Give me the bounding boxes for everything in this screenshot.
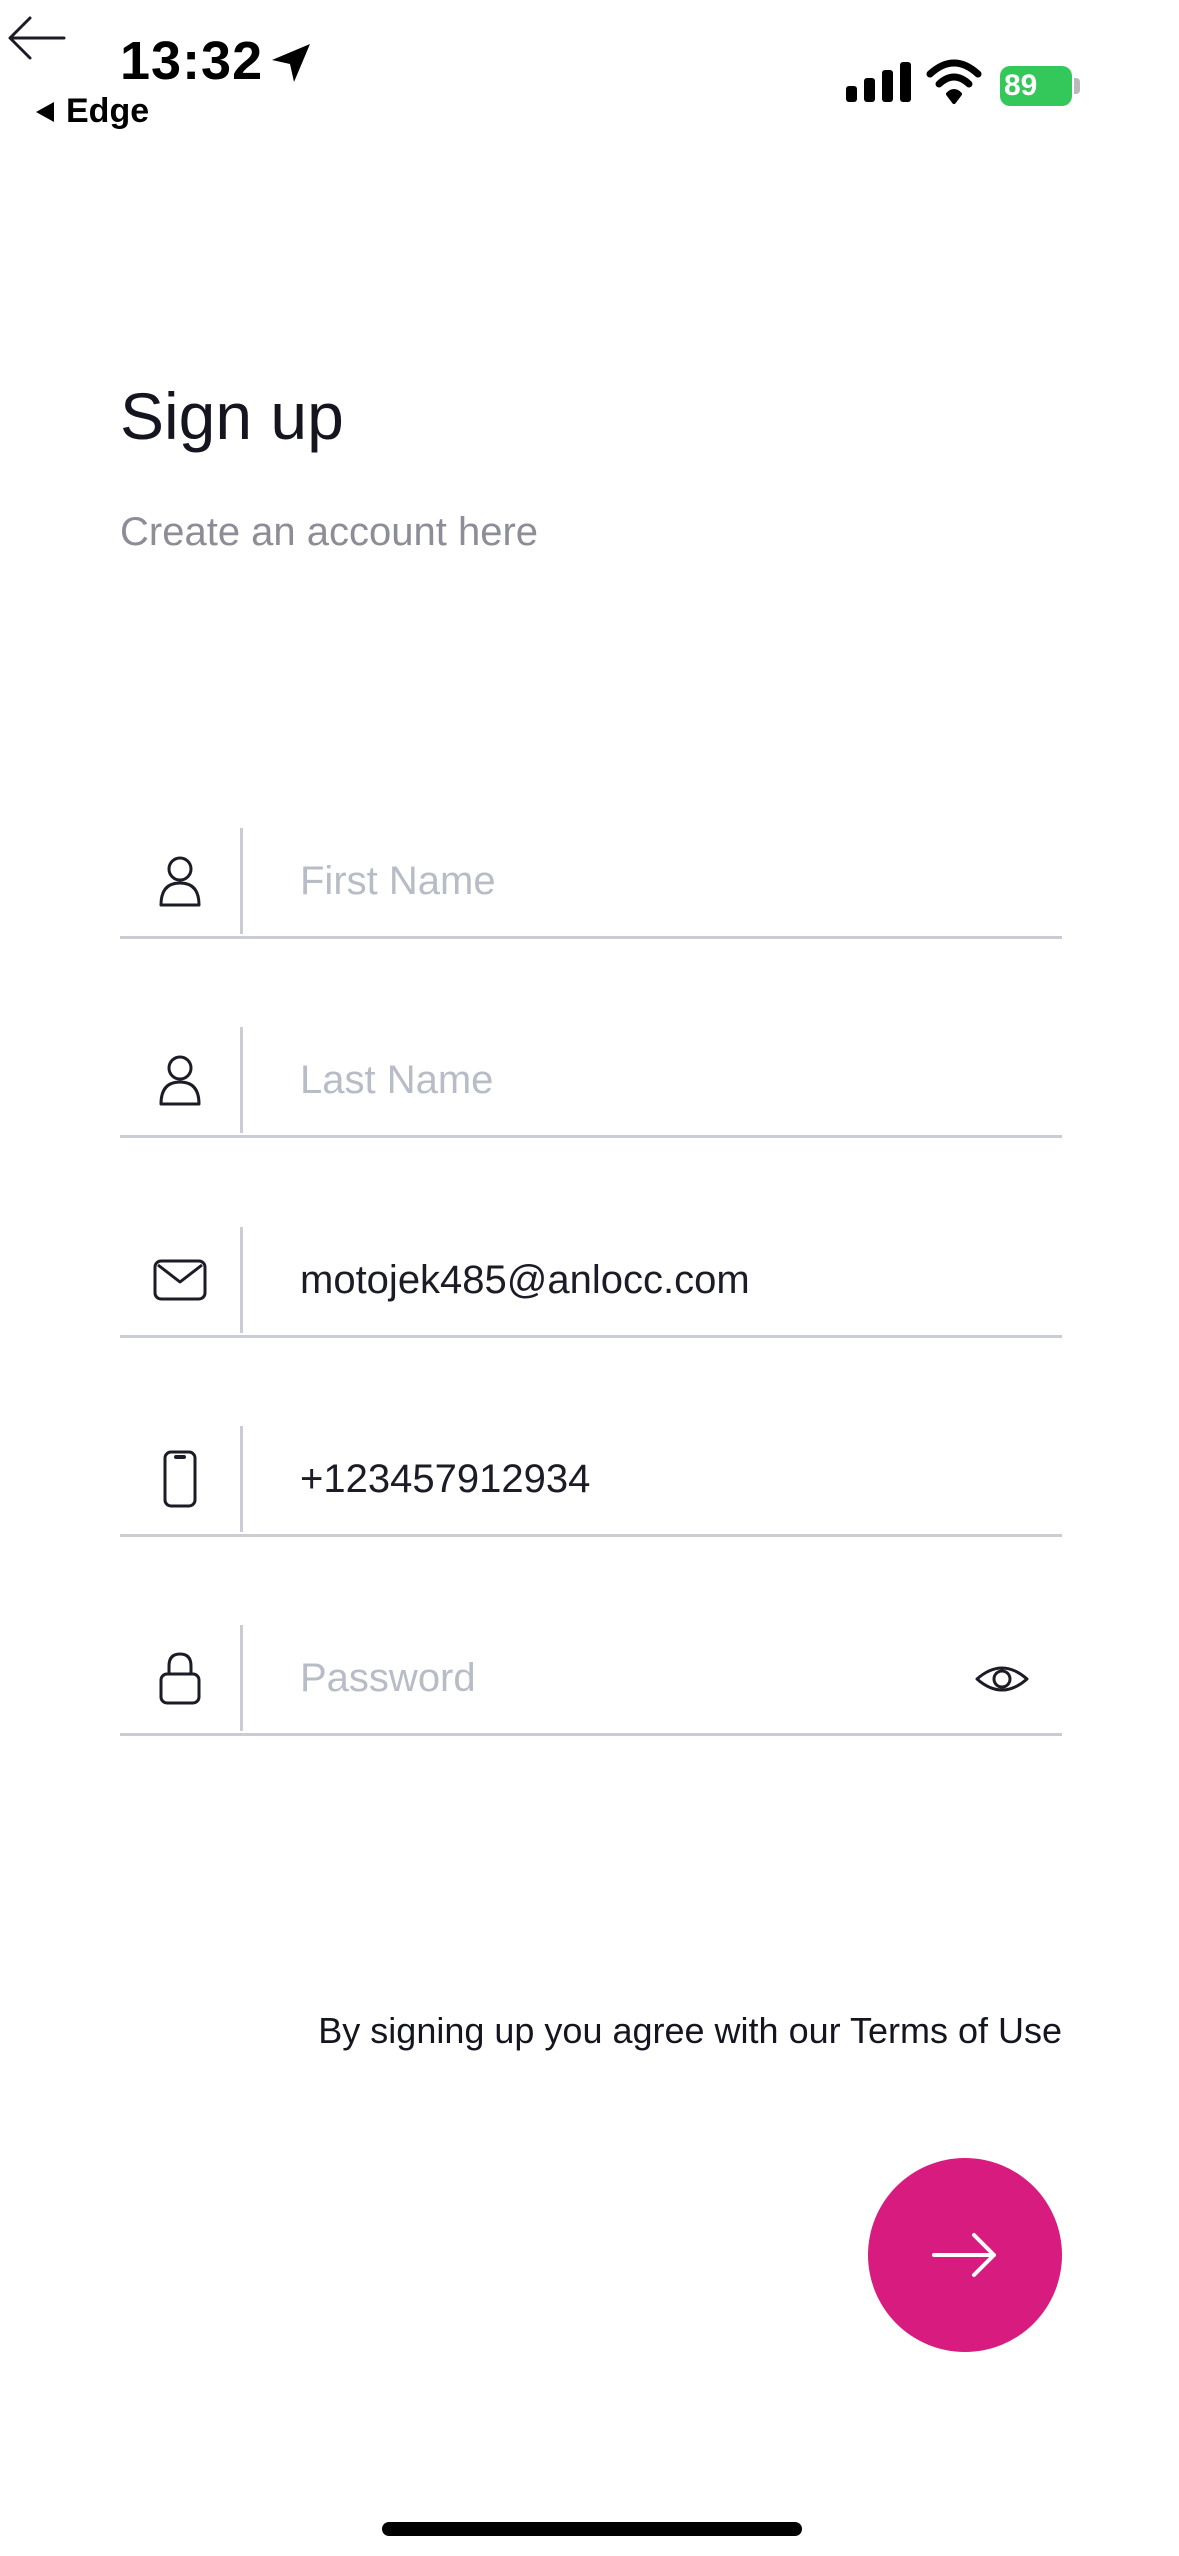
arrow-right-icon	[932, 2233, 996, 2277]
page-title: Sign up	[120, 379, 344, 453]
last-name-field	[120, 1025, 1062, 1138]
cellular-signal-icon	[846, 62, 911, 102]
battery-level: 89	[1000, 66, 1072, 106]
last-name-input[interactable]	[300, 1045, 940, 1115]
back-triangle-icon	[36, 101, 54, 122]
status-time: 13:32	[120, 31, 264, 91]
phone-icon	[120, 1424, 240, 1534]
field-divider	[240, 1625, 243, 1731]
next-button[interactable]	[868, 2158, 1062, 2352]
terms-prefix: By signing up you agree with our	[318, 2010, 850, 2051]
terms-text: By signing up you agree with our Terms o…	[280, 2010, 1062, 2052]
back-app-label: Edge	[66, 92, 150, 130]
phone-input[interactable]	[300, 1444, 940, 1514]
battery-icon: 89	[1000, 66, 1080, 106]
person-icon	[120, 826, 240, 936]
field-divider	[240, 1426, 243, 1532]
location-arrow-icon	[272, 44, 310, 82]
wifi-icon	[926, 59, 982, 104]
person-icon	[120, 1025, 240, 1135]
field-divider	[240, 1027, 243, 1133]
field-divider	[240, 828, 243, 934]
home-indicator	[382, 2522, 802, 2536]
page-subtitle: Create an account here	[120, 510, 539, 554]
back-to-app-link[interactable]: Edge	[36, 92, 149, 131]
password-field	[120, 1623, 1062, 1736]
phone-field	[120, 1424, 1062, 1537]
back-arrow-icon[interactable]	[4, 6, 68, 70]
lock-icon	[120, 1623, 240, 1733]
eye-icon[interactable]	[974, 1651, 1030, 1707]
first-name-input[interactable]	[300, 846, 940, 916]
password-input[interactable]	[300, 1643, 940, 1713]
mail-icon	[120, 1225, 240, 1335]
first-name-field	[120, 826, 1062, 939]
field-divider	[240, 1227, 243, 1333]
terms-of-use-link[interactable]: Terms of Use	[850, 2010, 1062, 2051]
email-field	[120, 1225, 1062, 1338]
email-input[interactable]	[300, 1245, 940, 1315]
